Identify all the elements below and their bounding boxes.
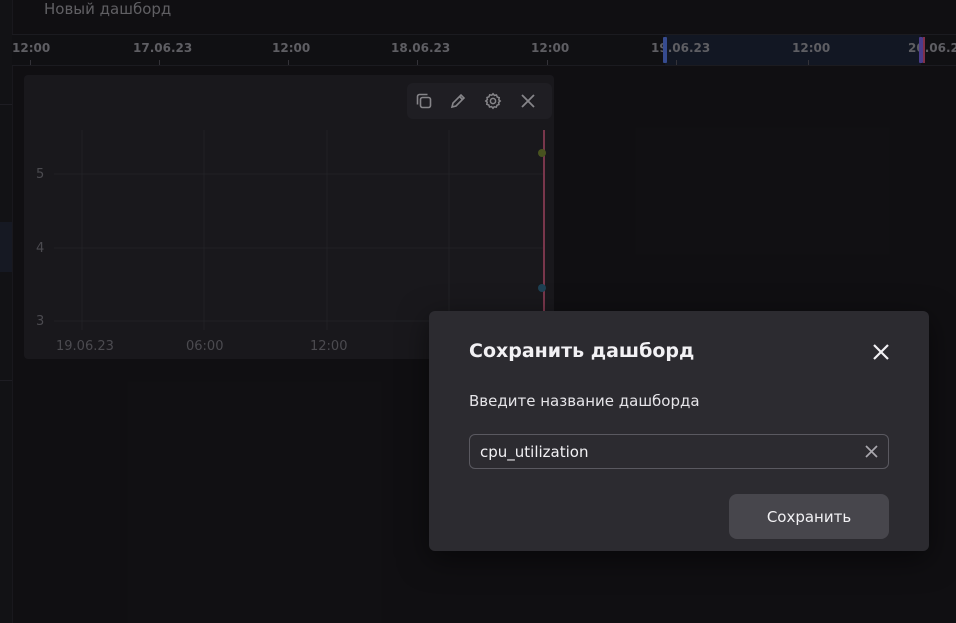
close-icon[interactable]	[870, 341, 892, 363]
save-button[interactable]: Сохранить	[729, 494, 889, 539]
save-dashboard-dialog: Сохранить дашборд Введите название дашбо…	[429, 311, 929, 551]
dialog-title: Сохранить дашборд	[469, 340, 695, 362]
clear-icon[interactable]	[863, 443, 880, 460]
dialog-label: Введите название дашборда	[469, 392, 700, 410]
dashboard-name-field[interactable]	[469, 434, 889, 469]
page: Новый дашборд 12:00 17.06.23 12:00 18.06…	[0, 0, 956, 623]
dashboard-name-input[interactable]	[480, 435, 850, 468]
